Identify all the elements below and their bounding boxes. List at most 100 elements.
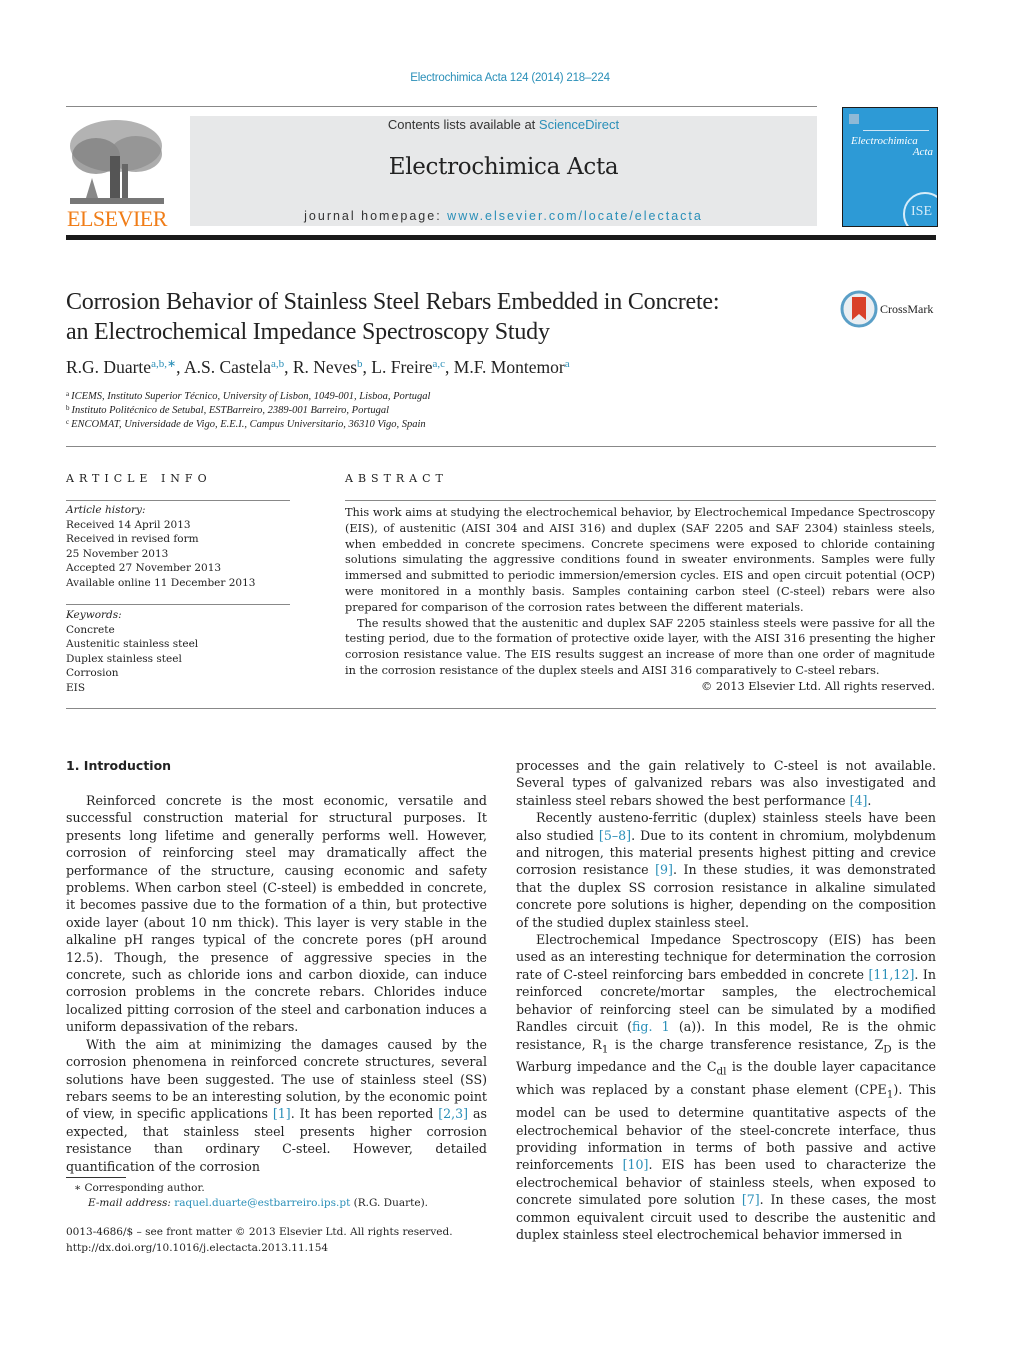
author-affiliation-mark[interactable]: a,b [271,358,284,370]
keywords-label: Keywords: [66,609,122,621]
history-item: Available online 11 December 2013 [66,576,256,589]
affiliation-c: c ENCOMAT, Universidade de Vigo, E.E.I., … [66,418,426,430]
body-paragraph: processes and the gain relatively to C-s… [516,757,936,809]
corresponding-author-note: ∗ Corresponding author. [74,1182,205,1194]
keywords-rule [66,604,290,605]
journal-cover-thumbnail[interactable]: Electrochimica Acta ISE [842,107,938,227]
subscript: D [883,1043,892,1056]
author-name[interactable]: L. Freire [371,357,432,377]
text-run: is the charge transference resistance, Z [608,1036,884,1052]
reference-link[interactable]: [2,3] [438,1106,468,1121]
abstract-paragraph: This work aims at studying the electroch… [345,506,935,614]
abstract-heading: ABSTRACT [345,472,448,485]
keyword-item: Austenitic stainless steel [66,638,199,650]
cover-subtitle-line [863,130,929,131]
keyword-item: Duplex stainless steel [66,652,182,665]
keyword-item: EIS [66,681,86,694]
abstract-rule [345,500,936,501]
sciencedirect-link[interactable]: ScienceDirect [539,117,619,132]
body-paragraph: Reinforced concrete is the most economic… [66,793,487,1035]
article-info-rule [66,500,290,501]
author-name[interactable]: R.G. Duarte [66,357,151,377]
contents-prefix: Contents lists available at [387,117,539,132]
body-column-left: Reinforced concrete is the most economic… [66,792,487,1175]
journal-citation[interactable]: Electrochimica Acta 124 (2014) 218–224 [0,72,1020,84]
author-name[interactable]: M.F. Montemor [454,357,565,377]
crossmark-label: CrossMark [880,302,934,316]
cover-title-line1: Electrochimica [851,135,918,147]
affiliations-rule [66,446,936,447]
homepage-link[interactable]: www.elsevier.com/locate/electacta [447,209,703,223]
article-info-heading: ARTICLE INFO [66,472,212,485]
cover-title: Electrochimica Acta [851,136,933,158]
front-matter-note: 0013-4686/$ – see front matter © 2013 El… [66,1226,453,1238]
history-item: 25 November 2013 [66,547,169,560]
subscript: dl [716,1065,727,1078]
history-label: Article history: [66,504,146,516]
keyword-item: Concrete [66,623,115,636]
abstract-body: This work aims at studying the electroch… [345,505,935,695]
author-affiliation-mark[interactable]: a [565,358,570,370]
reference-link[interactable]: [4] [850,793,868,808]
reference-link[interactable]: [5–8] [599,828,631,843]
affiliation-text: Instituto Politécnico de Setubal, ESTBar… [71,405,390,416]
affiliation-text: ENCOMAT, Universidade de Vigo, E.E.I., C… [71,419,426,430]
author-affiliation-mark[interactable]: a,c [433,358,446,370]
reference-link[interactable]: [7] [742,1192,760,1207]
body-paragraph: Electrochemical Impedance Spectroscopy (… [516,931,936,1243]
author-name[interactable]: R. Neves [293,357,357,377]
crossmark-button[interactable]: CrossMark [840,290,940,330]
author-affiliation-mark[interactable]: a,b,∗ [151,358,176,370]
footnote-rule [66,1177,126,1178]
text-run: . It has been reported [290,1106,439,1122]
figure-link[interactable]: fig. 1 [632,1019,670,1034]
abstract-bottom-rule [66,708,936,709]
reference-link[interactable]: [10] [623,1157,649,1172]
homepage-prefix: journal homepage: [304,209,448,223]
keyword-item: Corrosion [66,667,119,679]
header-bottom-rule [66,235,936,240]
elsevier-wordmark: ELSEVIER [67,206,167,231]
affiliation-a: a ICEMS, Instituto Superior Técnico, Univ… [66,390,430,402]
history-item: Accepted 27 November 2013 [66,562,222,574]
title-line-1: Corrosion Behavior of Stainless Steel Re… [66,289,720,315]
reference-link[interactable]: [1] [273,1106,291,1121]
email-suffix: (R.G. Duarte). [350,1197,429,1209]
section-heading-introduction: 1. Introduction [66,758,172,773]
author-separator: , [445,357,454,377]
article-title: Corrosion Behavior of Stainless Steel Re… [66,287,826,347]
history-item: Received in revised form [66,533,199,545]
affiliation-b: b Instituto Politécnico de Setubal, ESTBa… [66,404,389,416]
cover-title-line2: Acta [912,146,933,158]
doi-link[interactable]: http://dx.doi.org/10.1016/j.electacta.20… [66,1241,328,1256]
text-run: processes and the gain relatively to C-s… [516,758,936,808]
article-history: Article history: Received 14 April 2013 … [66,503,290,590]
body-paragraph: With the aim at minimizing the damages c… [66,1036,487,1175]
header-top-rule [66,106,817,107]
affiliation-mark: c [66,418,70,426]
author-name[interactable]: A.S. Castela [184,357,271,377]
journal-homepage-line: journal homepage: www.elsevier.com/locat… [190,209,817,223]
body-paragraph: Recently austeno-ferritic (duplex) stain… [516,809,936,931]
ise-badge-icon: ISE [903,192,937,226]
reference-link[interactable]: [9] [655,862,673,877]
journal-name: Electrochimica Acta [388,154,619,180]
tree-icon [70,120,164,204]
history-item: Received 14 April 2013 [66,518,191,531]
text-run: . [867,792,872,808]
title-line-2: an Electrochemical Impedance Spectroscop… [66,319,550,345]
author-separator: , [284,357,293,377]
email-label: E-mail address: [88,1197,175,1209]
affiliation-text: ICEMS, Instituto Superior Técnico, Unive… [71,391,431,402]
email-link[interactable]: raquel.duarte@estbarreiro.ips.pt [174,1197,350,1209]
abstract-copyright: © 2013 Elsevier Ltd. All rights reserved… [701,679,935,693]
cover-publisher-mark-icon [849,114,859,124]
contents-line: Contents lists available at ScienceDirec… [190,117,817,132]
body-column-right: processes and the gain relatively to C-s… [516,757,936,1244]
ise-badge-text: ISE [911,204,932,219]
affiliation-mark: a [66,390,70,398]
author-separator: , [176,357,184,377]
reference-link[interactable]: [11,12] [868,967,914,982]
keywords-block: Keywords: Concrete Austenitic stainless … [66,608,290,695]
crossmark-icon [840,290,878,328]
